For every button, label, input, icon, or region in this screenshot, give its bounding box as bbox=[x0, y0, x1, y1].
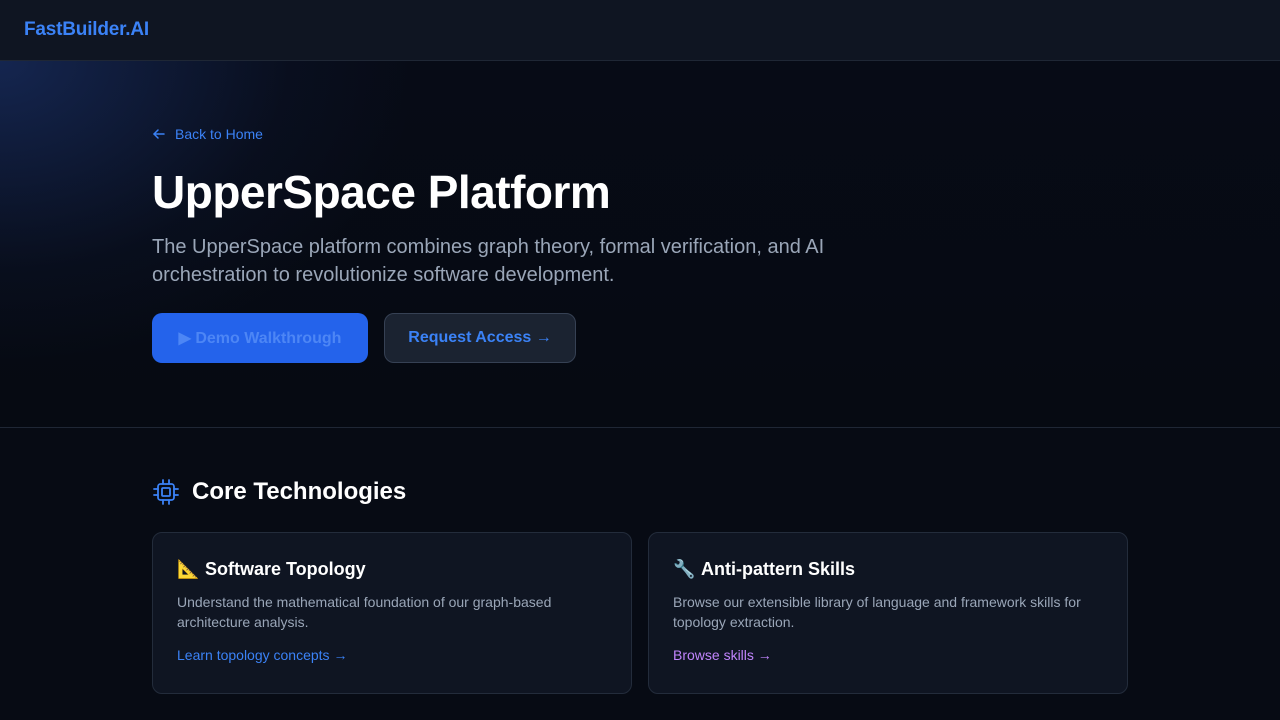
section-title: Core Technologies bbox=[192, 478, 407, 505]
demo-walkthrough-button[interactable]: ▶ Demo Walkthrough bbox=[152, 313, 368, 363]
core-technologies-header: Core Technologies bbox=[152, 478, 406, 506]
back-to-home-link[interactable]: Back to Home bbox=[152, 126, 263, 142]
card-title-row: 🔧 Anti-pattern Skills bbox=[673, 559, 1103, 580]
top-navbar: FastBuilder.AI bbox=[0, 0, 1280, 61]
cpu-chip-icon bbox=[153, 479, 179, 505]
learn-topology-link[interactable]: Learn topology concepts → bbox=[177, 647, 347, 663]
card-title-row: 📐 Software Topology bbox=[177, 559, 607, 580]
card-title: Software Topology bbox=[205, 559, 366, 579]
brand-logo[interactable]: FastBuilder.AI bbox=[24, 19, 149, 41]
card-description: Understand the mathematical foundation o… bbox=[177, 594, 552, 630]
wrench-icon: 🔧 bbox=[673, 559, 696, 579]
page-title: UpperSpace Platform bbox=[152, 166, 611, 218]
card-description: Browse our extensible library of languag… bbox=[673, 594, 1081, 630]
page-subtitle: The UpperSpace platform combines graph t… bbox=[152, 236, 825, 286]
request-access-button[interactable]: Request Access → bbox=[384, 313, 576, 363]
triangular-ruler-icon: 📐 bbox=[177, 559, 200, 579]
software-topology-card[interactable]: 📐 Software Topology Understand the mathe… bbox=[152, 532, 632, 694]
anti-pattern-skills-card[interactable]: 🔧 Anti-pattern Skills Browse our extensi… bbox=[648, 532, 1128, 694]
hero-section: Back to Home UpperSpace Platform The Upp… bbox=[0, 61, 1280, 428]
back-link-label: Back to Home bbox=[175, 126, 263, 142]
card-title: Anti-pattern Skills bbox=[701, 559, 856, 579]
browse-skills-link[interactable]: Browse skills → bbox=[673, 647, 772, 663]
arrow-left-icon bbox=[153, 129, 165, 139]
